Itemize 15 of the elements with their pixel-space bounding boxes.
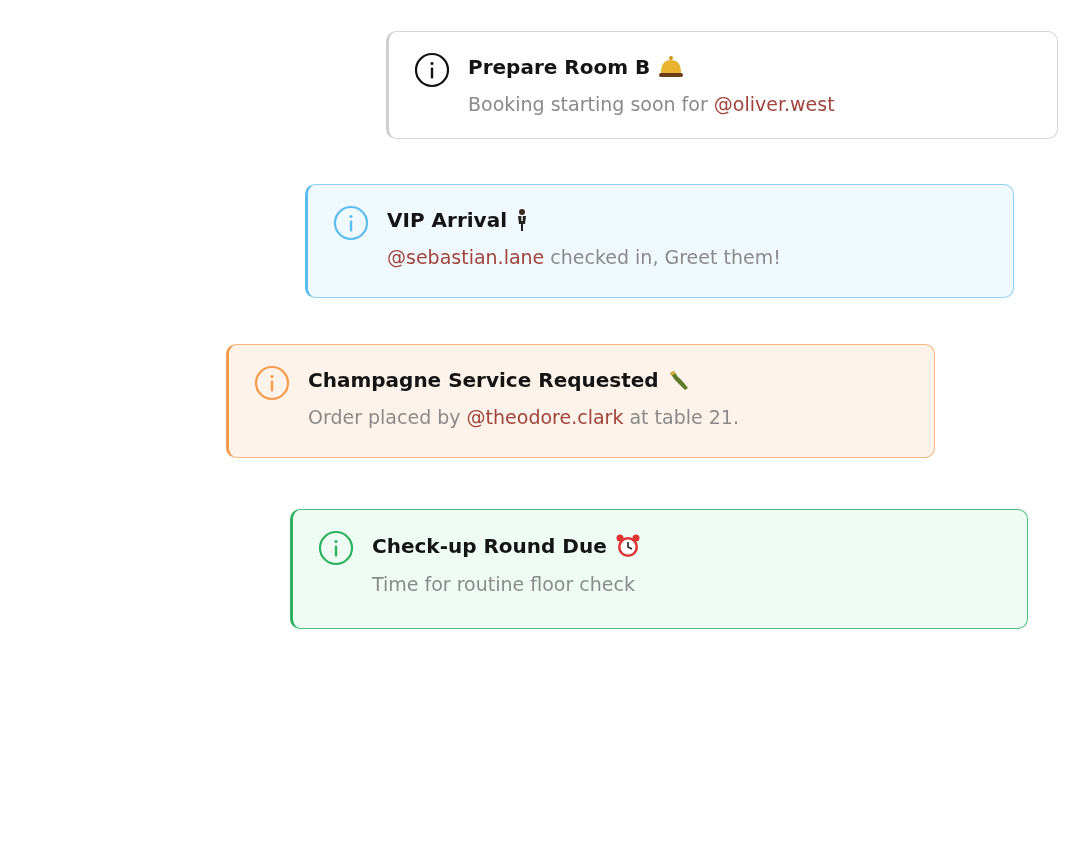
info-icon [414,52,450,88]
alarm-clock-icon [614,533,641,559]
notification-title: VIP Arrival [387,208,507,232]
notification-message: @sebastian.lane checked in, Greet them! [387,246,781,268]
info-icon [318,530,354,566]
notification-title: Prepare Room B [468,55,651,79]
person-icon [515,208,529,232]
notification-title: Champagne Service Requested [308,368,659,392]
info-icon [333,205,369,241]
notification-title: Check-up Round Due [372,534,607,558]
notification-message: Order placed by @theodore.clark at table 21. [308,406,739,428]
bell-icon [658,55,685,79]
info-icon [254,365,290,401]
notification-message: Booking starting soon for @oliver.west [468,93,835,115]
notification-message: Time for routine floor check [372,573,636,595]
